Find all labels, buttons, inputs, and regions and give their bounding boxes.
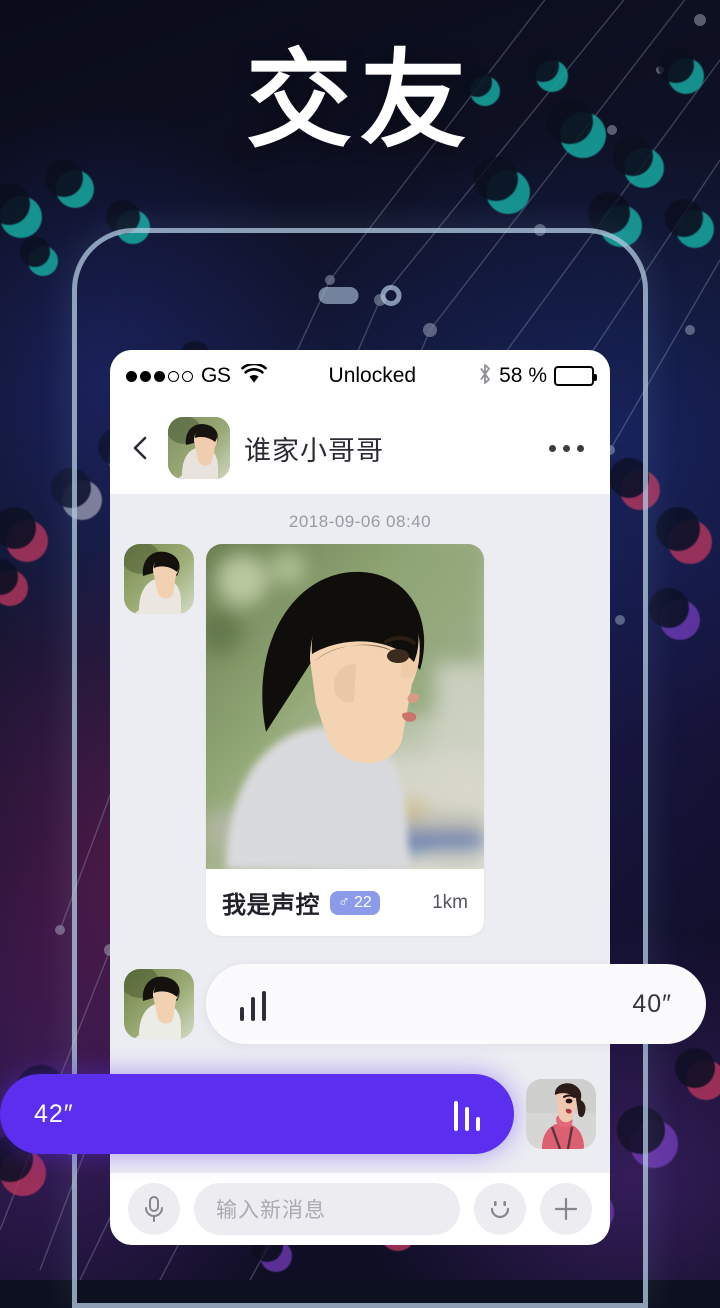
front-camera-icon [380, 285, 402, 306]
waveform-icon-incoming [240, 987, 266, 1021]
voice-duration-outgoing: 42″ [34, 1099, 74, 1128]
status-left: GS [126, 362, 267, 389]
voice-duration-incoming: 40″ [632, 989, 672, 1018]
message-avatar-contact[interactable] [124, 544, 194, 614]
message-row-voice-incoming: 40″ [124, 964, 706, 1044]
voice-message-outgoing[interactable]: 42″ [0, 1074, 514, 1154]
voice-message-incoming[interactable]: 40″ [206, 964, 706, 1044]
distance-label: 1km [432, 891, 468, 913]
gender-age-badge: ♂ 22 [330, 890, 380, 915]
message-input-bar: 输入新消息 [110, 1173, 610, 1245]
signal-strength-icon [126, 370, 193, 382]
message-avatar-contact-voice[interactable] [124, 969, 194, 1039]
device-top-sensors [318, 285, 402, 306]
profile-card-footer: 我是声控 ♂ 22 1km [206, 869, 484, 936]
male-symbol-icon: ♂ [338, 893, 350, 911]
message-row-voice-outgoing: 42″ [0, 1074, 596, 1154]
message-list: 2018-09-06 08:40 我是声控 ♂ 22 1km [110, 494, 610, 1173]
add-attachment-button[interactable] [540, 1183, 592, 1235]
status-bar: GS Unlocked 58 % [110, 350, 610, 402]
speaker-slot-icon [318, 287, 359, 304]
age-label: 22 [354, 893, 372, 911]
message-input-placeholder: 输入新消息 [216, 1199, 326, 1222]
profile-card[interactable]: 我是声控 ♂ 22 1km [206, 544, 484, 936]
battery-label: 58 % [499, 364, 547, 387]
profile-photo[interactable] [206, 544, 484, 869]
waveform-icon-outgoing [454, 1097, 480, 1131]
contact-avatar[interactable] [168, 417, 230, 479]
status-right: 58 % [478, 363, 597, 390]
message-timestamp: 2018-09-06 08:40 [288, 512, 432, 531]
microphone-button[interactable] [128, 1183, 180, 1235]
chat-title: 谁家小哥哥 [244, 435, 384, 466]
chat-header: 谁家小哥哥 [110, 402, 610, 494]
message-avatar-self[interactable] [526, 1079, 596, 1149]
lock-status-label: Unlocked [328, 364, 417, 387]
emoji-button[interactable] [474, 1183, 526, 1235]
phone-screen: GS Unlocked 58 % 谁家小哥哥 2018-09-06 08:40 … [0, 350, 706, 1245]
page-title: 交友 [246, 42, 474, 160]
message-input[interactable]: 输入新消息 [194, 1183, 460, 1235]
profile-name: 我是声控 [222, 892, 320, 919]
back-button[interactable] [128, 435, 154, 461]
more-options-button[interactable] [541, 437, 592, 460]
message-row-card: 我是声控 ♂ 22 1km [110, 544, 610, 936]
bluetooth-icon [478, 363, 492, 390]
wifi-icon [240, 362, 267, 389]
battery-icon [554, 366, 597, 386]
carrier-label: GS [201, 364, 231, 387]
